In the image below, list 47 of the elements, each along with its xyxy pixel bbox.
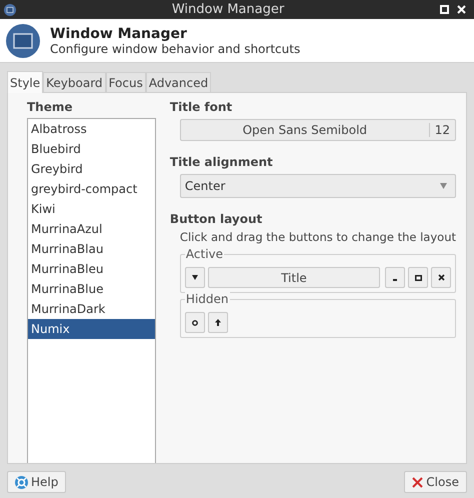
- close-icon: [412, 476, 424, 488]
- frame-label: Hidden: [184, 292, 230, 306]
- maximize-icon: [414, 274, 422, 280]
- theme-item[interactable]: Albatross: [28, 119, 155, 139]
- close-icon[interactable]: [457, 5, 466, 14]
- theme-label: Theme: [27, 100, 74, 114]
- menu-button[interactable]: [184, 267, 205, 288]
- menu-arrow-icon: [192, 275, 198, 280]
- window-icon: [4, 4, 16, 16]
- button-layout-label: Button layout: [170, 212, 264, 226]
- frame-label: Active: [184, 247, 224, 261]
- header-title: Window Manager: [50, 26, 188, 42]
- ring-icon: [192, 320, 198, 326]
- up-arrow-icon: [214, 319, 221, 326]
- theme-item[interactable]: Greybird: [28, 159, 155, 179]
- header-subtitle: Configure window behavior and shortcuts: [50, 42, 300, 56]
- window-title: Window Manager: [170, 2, 286, 17]
- tab[interactable]: Focus: [106, 72, 146, 92]
- tab[interactable]: Keyboard: [43, 72, 106, 92]
- title-alignment-label: Title alignment: [170, 155, 274, 169]
- theme-item[interactable]: MurrinaBlau: [28, 239, 155, 259]
- theme-item[interactable]: greybird-compact: [28, 179, 155, 199]
- theme-item[interactable]: Numix: [28, 319, 155, 339]
- tab[interactable]: Advanced: [146, 72, 212, 92]
- maximize-icon[interactable]: [440, 5, 449, 14]
- tab[interactable]: Style: [7, 71, 44, 93]
- shade-button[interactable]: [184, 312, 205, 333]
- close-button[interactable]: Close: [404, 471, 467, 493]
- stick-button[interactable]: [208, 312, 228, 333]
- close-button[interactable]: [431, 267, 451, 288]
- theme-item[interactable]: MurrinaBlue: [28, 279, 155, 299]
- theme-item[interactable]: Bluebird: [28, 139, 155, 159]
- maximize-button[interactable]: [408, 267, 428, 288]
- title-font-label: Title font: [170, 100, 234, 114]
- close-icon: [438, 274, 444, 281]
- theme-item[interactable]: MurrinaDark: [28, 299, 155, 319]
- theme-item[interactable]: MurrinaAzul: [28, 219, 155, 239]
- lifebuoy-icon: [15, 476, 28, 488]
- dropdown-arrow-icon: [440, 183, 447, 189]
- alignment-dropdown[interactable]: Center: [180, 174, 456, 198]
- help-button[interactable]: Help: [7, 471, 66, 493]
- app-icon: [6, 24, 40, 58]
- theme-item[interactable]: MurrinaBleu: [28, 259, 155, 279]
- font-button[interactable]: Open Sans Semibold 12: [180, 119, 456, 141]
- theme-item[interactable]: Kiwi: [28, 199, 155, 219]
- button-layout-hint: Click and drag the buttons to change the layout: [180, 230, 456, 244]
- title-button[interactable]: Title: [208, 267, 380, 288]
